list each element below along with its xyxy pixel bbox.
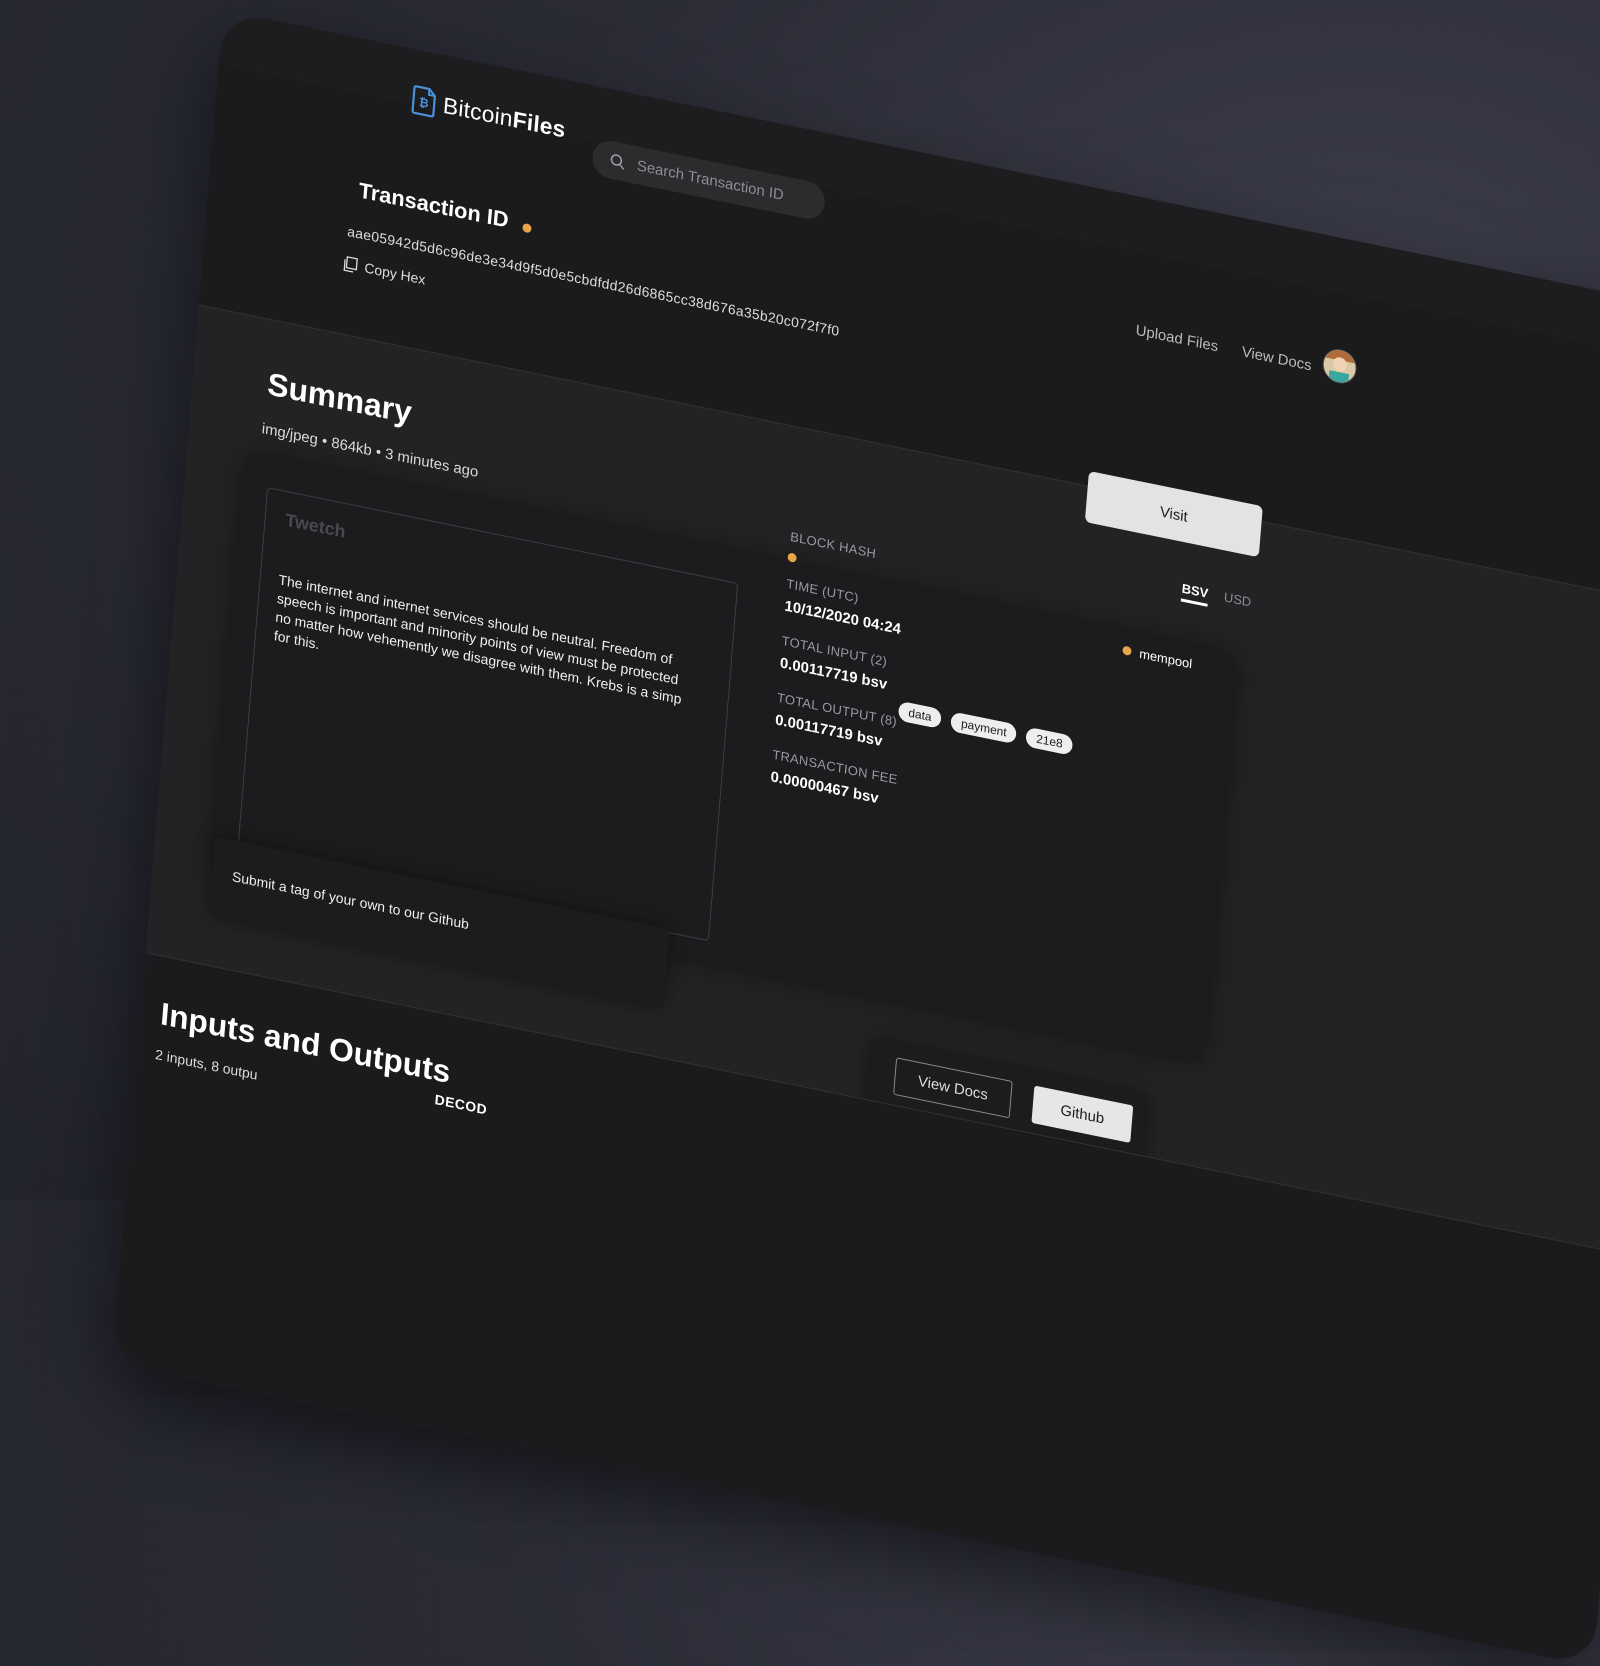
svg-text:₿: ₿ bbox=[418, 95, 429, 111]
status-dot bbox=[521, 222, 532, 233]
github-button[interactable]: Github bbox=[1031, 1085, 1134, 1143]
search-icon bbox=[610, 153, 625, 170]
preview-text: The internet and internet services shoul… bbox=[273, 571, 683, 708]
block-hash-label: BLOCK HASH bbox=[789, 528, 877, 562]
preview-brand: Twetch bbox=[284, 509, 347, 542]
currency-bsv[interactable]: BSV bbox=[1180, 580, 1209, 607]
block-hash-dot bbox=[787, 552, 797, 563]
copy-icon bbox=[343, 256, 358, 273]
currency-usd[interactable]: USD bbox=[1223, 589, 1251, 615]
summary-title: Summary bbox=[266, 365, 414, 431]
mempool-dot bbox=[1122, 645, 1132, 657]
page-frame: ₿ BitcoinFiles Transaction ID aae05942d5… bbox=[111, 10, 1600, 1666]
currency-toggle[interactable]: BSV USD bbox=[1180, 580, 1252, 616]
bitcoin-file-icon: ₿ bbox=[411, 85, 436, 118]
